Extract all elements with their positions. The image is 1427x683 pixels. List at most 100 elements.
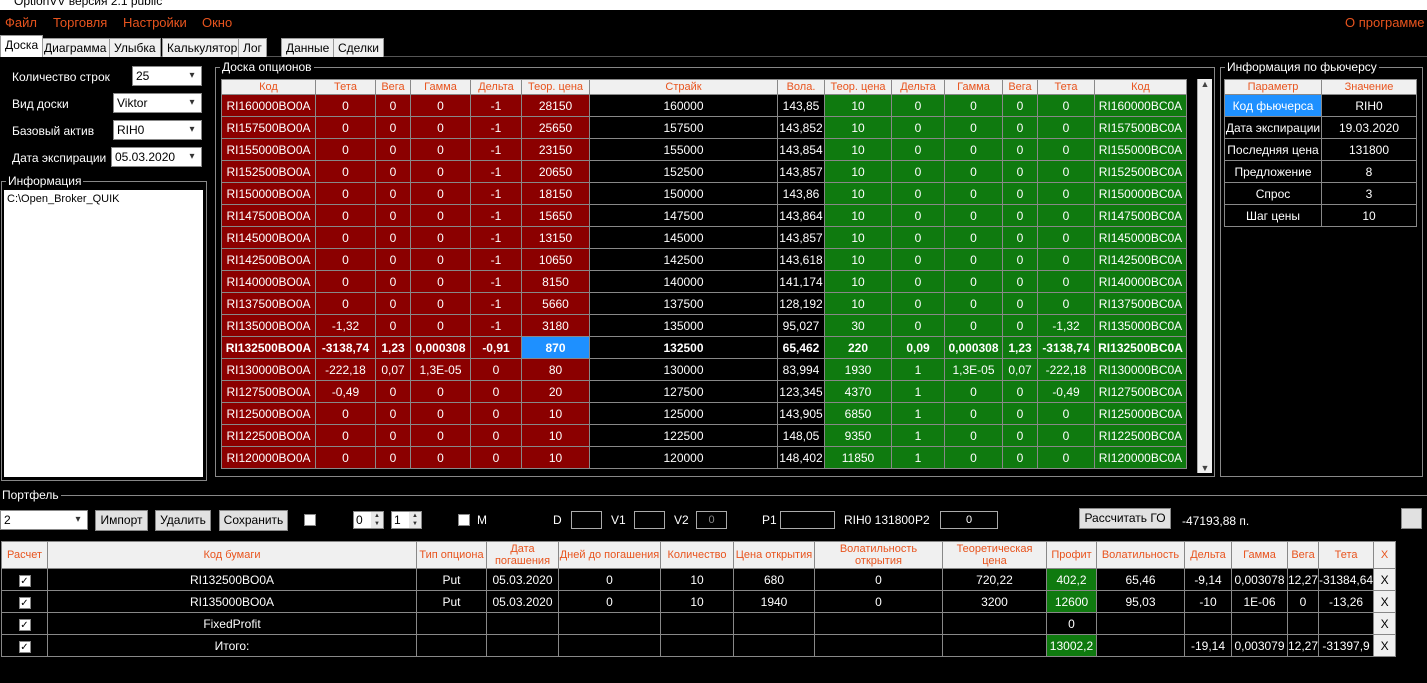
put-cell[interactable]: RI127500BO0A [221,380,316,403]
call-cell[interactable]: 0 [891,248,945,271]
call-cell[interactable]: 1 [891,380,945,403]
call-cell[interactable]: 0 [944,424,1003,447]
put-cell[interactable]: 0 [375,182,411,205]
strike-cell[interactable]: 130000 [589,358,778,381]
spin-left[interactable]: 0 ▲ ▼ [353,511,384,529]
strike-cell[interactable]: 143,905 [777,402,825,425]
portfolio-col-header[interactable]: X [1373,541,1397,569]
board-col-header[interactable]: Вола. [777,79,825,95]
menu-about[interactable]: О программе [1345,15,1425,30]
put-cell[interactable]: 0 [470,358,522,381]
call-cell[interactable]: 220 [824,336,892,359]
call-cell[interactable]: 10 [824,292,892,315]
put-cell[interactable]: 0 [315,402,376,425]
strike-cell[interactable]: 141,174 [777,270,825,293]
put-cell[interactable]: 0 [410,402,471,425]
call-cell[interactable]: 0 [891,204,945,227]
put-cell[interactable]: 10 [521,402,590,425]
call-cell[interactable]: RI120000BC0A [1094,446,1187,469]
board-row[interactable]: RI155000BO0A 0 0 0 -1 23150 155000 143,854 10 0 0 0… [221,138,1187,161]
call-cell[interactable]: 1 [891,424,945,447]
portfolio-col-header[interactable]: Код бумаги [47,541,417,569]
put-cell[interactable]: RI132500BO0A [221,336,316,359]
put-cell[interactable]: -1 [470,292,522,315]
call-cell[interactable]: 0 [1002,182,1038,205]
board-col-header[interactable]: Вега [1002,79,1038,95]
strike-cell[interactable]: 83,994 [777,358,825,381]
strike-cell[interactable]: 143,85 [777,94,825,117]
call-cell[interactable]: 0 [1037,94,1095,117]
strike-cell[interactable]: 160000 [589,94,778,117]
call-cell[interactable]: -222,18 [1037,358,1095,381]
strike-cell[interactable]: 120000 [589,446,778,469]
call-cell[interactable]: 0 [1037,116,1095,139]
checkmark-icon[interactable]: ✓ [18,618,31,631]
put-cell[interactable]: RI157500BO0A [221,116,316,139]
delete-button[interactable]: Удалить [155,510,211,531]
call-cell[interactable]: 10 [824,182,892,205]
call-cell[interactable]: 0 [1037,182,1095,205]
put-cell[interactable]: 0 [470,424,522,447]
call-cell[interactable]: 6850 [824,402,892,425]
portfolio-select[interactable]: 2 ▾ [0,510,88,530]
put-cell[interactable]: 8150 [521,270,590,293]
portfolio-row[interactable]: ✓ RI135000BO0A Put 05.03.2020 0 10 1940 0 3200 12… [1,590,1397,613]
tab-log[interactable]: Лог [238,38,267,57]
info-textbox[interactable]: C:\Open_Broker_QUIK [4,190,203,477]
put-cell[interactable]: RI142500BO0A [221,248,316,271]
import-button[interactable]: Импорт [95,510,148,531]
call-cell[interactable]: 1 [891,402,945,425]
call-cell[interactable]: 0 [944,402,1003,425]
scroll-up-icon[interactable]: ▲ [1198,79,1212,89]
strike-cell[interactable]: 148,402 [777,446,825,469]
call-cell[interactable]: 0 [1037,226,1095,249]
call-cell[interactable]: 10 [824,204,892,227]
board-row[interactable]: RI152500BO0A 0 0 0 -1 20650 152500 143,857 10 0 0 0… [221,160,1187,183]
call-cell[interactable]: 0,09 [891,336,945,359]
scroll-down-icon[interactable]: ▼ [1198,463,1212,473]
board-col-header[interactable]: Дельта [891,79,945,95]
call-cell[interactable]: 0 [1037,248,1095,271]
call-cell[interactable]: RI127500BC0A [1094,380,1187,403]
put-cell[interactable]: 0 [410,160,471,183]
call-cell[interactable]: 0 [944,446,1003,469]
board-row[interactable]: RI145000BO0A 0 0 0 -1 13150 145000 143,857 10 0 0 0… [221,226,1187,249]
strike-cell[interactable]: 147500 [589,204,778,227]
remove-row-button[interactable]: X [1373,612,1397,635]
put-cell[interactable]: -1 [470,116,522,139]
call-cell[interactable]: 10 [824,226,892,249]
put-cell[interactable]: 0 [315,116,376,139]
menu-window[interactable]: Окно [202,15,232,30]
call-cell[interactable]: 0,07 [1002,358,1038,381]
board-row[interactable]: RI125000BO0A 0 0 0 0 10 125000 143,905 6850 1 0 0 0 R… [221,402,1187,425]
call-cell[interactable]: 0 [1002,292,1038,315]
call-cell[interactable]: 0 [1002,402,1038,425]
call-cell[interactable]: RI137500BC0A [1094,292,1187,315]
board-col-header[interactable]: Код [1094,79,1187,95]
put-cell[interactable]: 0,07 [375,358,411,381]
put-cell[interactable]: 0 [375,116,411,139]
strike-cell[interactable]: 157500 [589,116,778,139]
portfolio-col-header[interactable]: Вега [1286,541,1320,569]
portfolio-col-header[interactable]: Теоретическая цена [942,541,1047,569]
strike-cell[interactable]: 143,854 [777,138,825,161]
board-col-header[interactable]: Гамма [944,79,1003,95]
calc-checkbox-cell[interactable]: ✓ [1,612,48,635]
put-cell[interactable]: RI145000BO0A [221,226,316,249]
board-row[interactable]: RI122500BO0A 0 0 0 0 10 122500 148,05 9350 1 0 0 0 RI… [221,424,1187,447]
strike-cell[interactable]: 137500 [589,292,778,315]
board-col-header[interactable]: Дельта [470,79,522,95]
put-cell[interactable]: 0 [315,292,376,315]
call-cell[interactable]: RI152500BC0A [1094,160,1187,183]
put-cell[interactable]: RI125000BO0A [221,402,316,425]
strike-cell[interactable]: 152500 [589,160,778,183]
call-cell[interactable]: 0 [944,204,1003,227]
call-cell[interactable]: 0 [1002,424,1038,447]
put-cell[interactable]: 1,3E-05 [410,358,471,381]
put-cell[interactable]: RI150000BO0A [221,182,316,205]
board-row[interactable]: RI130000BO0A -222,18 0,07 1,3E-05 0 80 130000 8… [221,358,1187,381]
strike-cell[interactable]: 155000 [589,138,778,161]
put-cell[interactable]: 0 [375,204,411,227]
call-cell[interactable]: RI135000BC0A [1094,314,1187,337]
put-cell[interactable]: 0 [410,424,471,447]
